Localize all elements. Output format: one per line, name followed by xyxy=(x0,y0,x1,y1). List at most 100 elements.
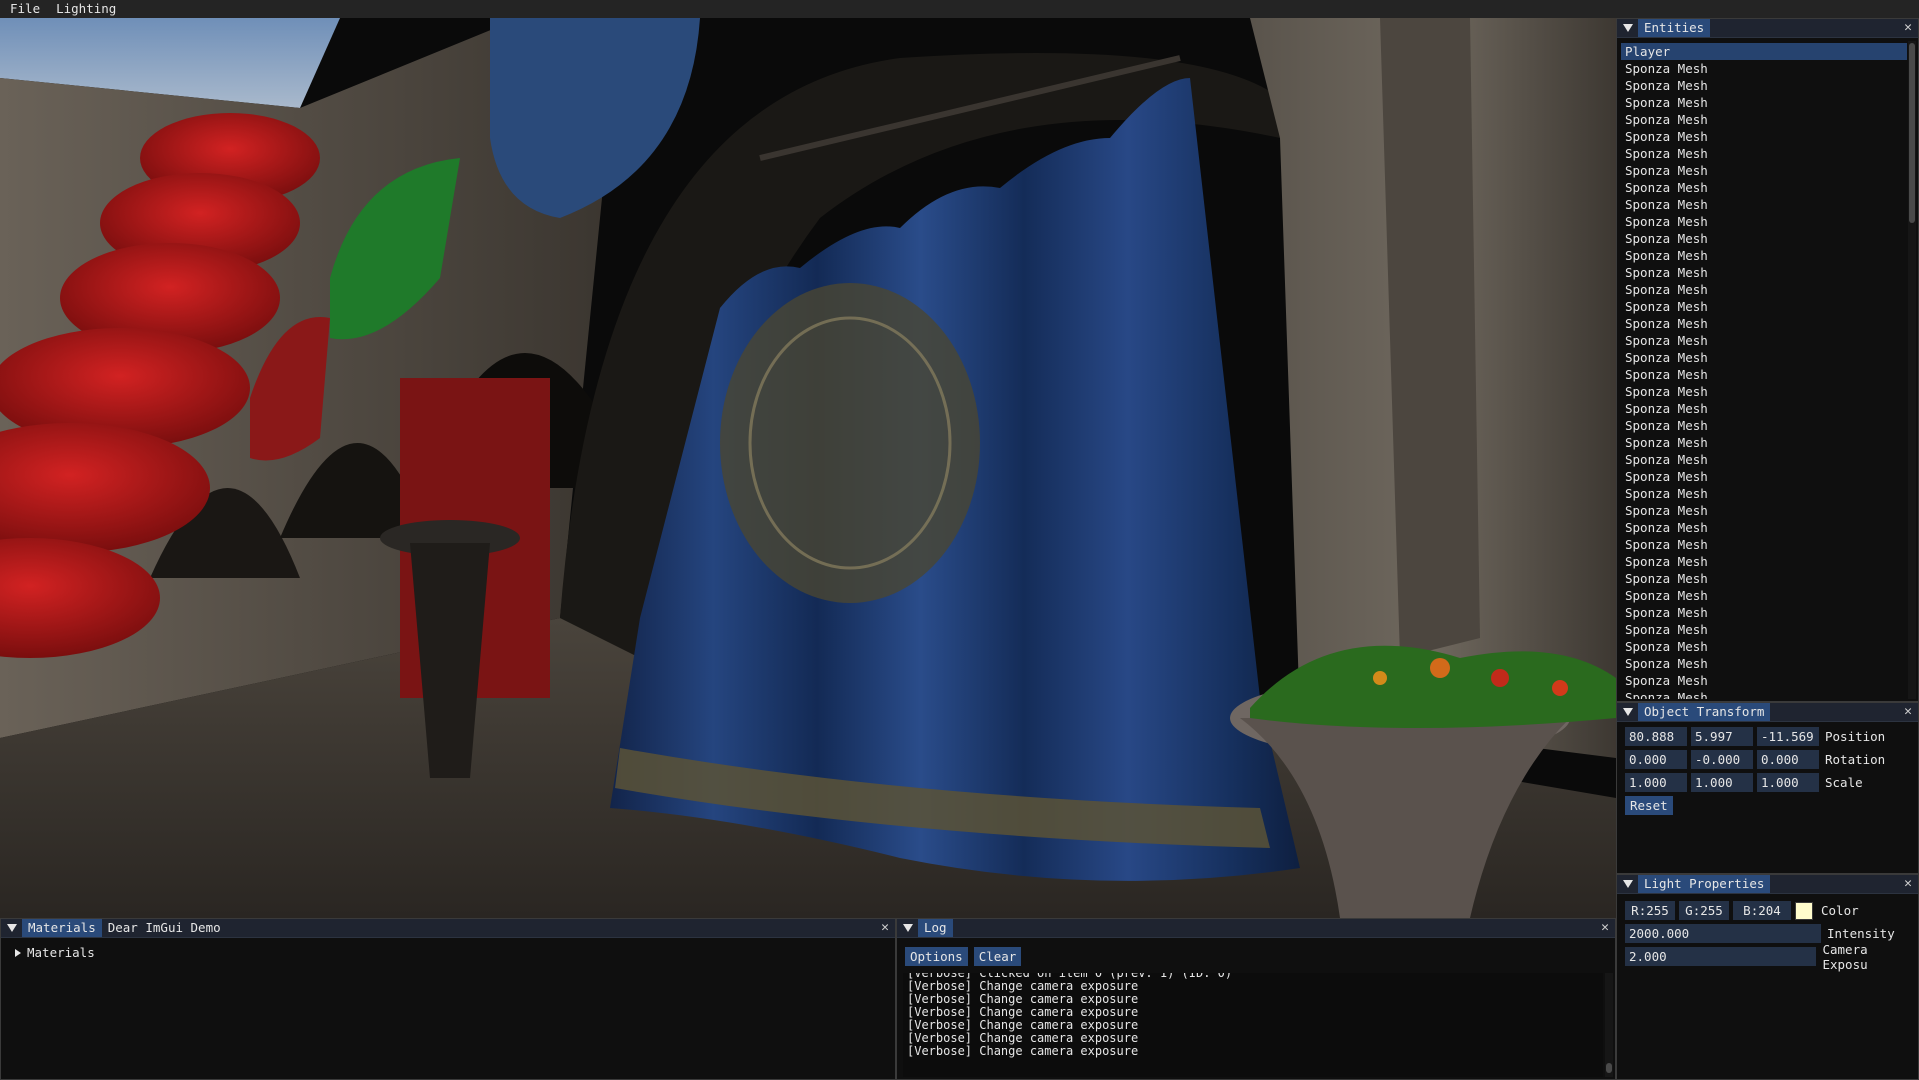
entity-list-item[interactable]: Sponza Mesh xyxy=(1621,145,1907,162)
materials-window: Materials Dear ImGui Demo ✕ Materials xyxy=(0,918,896,1080)
entity-list-item[interactable]: Sponza Mesh xyxy=(1621,519,1907,536)
entity-list-item[interactable]: Sponza Mesh xyxy=(1621,655,1907,672)
entity-list-item[interactable]: Sponza Mesh xyxy=(1621,94,1907,111)
entity-list-item[interactable]: Sponza Mesh xyxy=(1621,553,1907,570)
entity-list-item[interactable]: Sponza Mesh xyxy=(1621,400,1907,417)
color-b-input[interactable]: B:204 xyxy=(1733,901,1791,920)
rotation-x-input[interactable]: 0.000 xyxy=(1625,750,1687,769)
entities-titlebar[interactable]: Entities ✕ xyxy=(1617,19,1918,38)
object-transform-window: Object Transform ✕ 80.888 5.997 -11.569 … xyxy=(1616,702,1919,874)
collapse-icon[interactable] xyxy=(1623,708,1633,716)
menu-lighting[interactable]: Lighting xyxy=(48,0,124,18)
rotation-row: 0.000 -0.000 0.000 Rotation xyxy=(1625,750,1885,769)
collapse-icon[interactable] xyxy=(1623,24,1633,32)
entities-scrollbar[interactable] xyxy=(1908,41,1916,699)
log-titlebar[interactable]: Log ✕ xyxy=(897,919,1615,938)
log-toolbar: Options Clear xyxy=(905,947,1027,966)
reset-row: Reset xyxy=(1625,796,1673,815)
log-window: Log ✕ Options Clear [Verbose] Clicked on… xyxy=(896,918,1616,1080)
scrollbar-grab[interactable] xyxy=(1909,43,1915,223)
rotation-z-input[interactable]: 0.000 xyxy=(1757,750,1819,769)
clear-button[interactable]: Clear xyxy=(973,947,1022,966)
exposure-input[interactable]: 2.000 xyxy=(1625,947,1817,966)
collapse-icon[interactable] xyxy=(903,924,913,932)
entity-list-item[interactable]: Sponza Mesh xyxy=(1621,366,1907,383)
entity-list-item[interactable]: Sponza Mesh xyxy=(1621,230,1907,247)
entity-list-item[interactable]: Sponza Mesh xyxy=(1621,281,1907,298)
entities-window: Entities ✕ Player Sponza Mesh Sponza Mesh S… xyxy=(1616,18,1919,702)
entity-list-item[interactable]: Sponza Mesh xyxy=(1621,536,1907,553)
menu-bar: File Lighting xyxy=(0,0,1919,18)
entity-list-item[interactable]: Sponza Mesh xyxy=(1621,689,1907,699)
entity-list-item[interactable]: Sponza Mesh xyxy=(1621,349,1907,366)
entity-list-item[interactable]: Sponza Mesh xyxy=(1621,247,1907,264)
entity-list-item[interactable]: Sponza Mesh xyxy=(1621,417,1907,434)
intensity-row: 2000.000 Intensity xyxy=(1625,924,1895,943)
options-button[interactable]: Options xyxy=(905,947,968,966)
entity-list-item[interactable]: Sponza Mesh xyxy=(1621,315,1907,332)
scale-x-input[interactable]: 1.000 xyxy=(1625,773,1687,792)
intensity-input[interactable]: 2000.000 xyxy=(1625,924,1821,943)
materials-titlebar[interactable]: Materials Dear ImGui Demo ✕ xyxy=(1,919,895,938)
log-title: Log xyxy=(918,919,953,937)
log-scrollbar[interactable] xyxy=(1605,973,1613,1077)
position-z-input[interactable]: -11.569 xyxy=(1757,727,1819,746)
position-y-input[interactable]: 5.997 xyxy=(1691,727,1753,746)
collapse-icon[interactable] xyxy=(1623,880,1633,888)
scale-label: Scale xyxy=(1825,775,1863,790)
close-icon[interactable]: ✕ xyxy=(1904,703,1912,721)
color-r-input[interactable]: R:255 xyxy=(1625,901,1675,920)
entity-list-item[interactable]: Sponza Mesh xyxy=(1621,162,1907,179)
rotation-y-input[interactable]: -0.000 xyxy=(1691,750,1753,769)
entity-list-item[interactable]: Sponza Mesh xyxy=(1621,383,1907,400)
entity-list-item[interactable]: Sponza Mesh xyxy=(1621,621,1907,638)
log-output[interactable]: [Verbose] Clicked on item 0 (prev. 1) (I… xyxy=(903,973,1603,1077)
entity-list-item[interactable]: Sponza Mesh xyxy=(1621,604,1907,621)
tab-materials[interactable]: Materials xyxy=(22,919,102,937)
entity-list-item[interactable]: Sponza Mesh xyxy=(1621,638,1907,655)
scrollbar-grab[interactable] xyxy=(1606,1063,1612,1073)
color-g-input[interactable]: G:255 xyxy=(1679,901,1729,920)
entity-list-item[interactable]: Sponza Mesh xyxy=(1621,502,1907,519)
entity-list: Player Sponza Mesh Sponza Mesh Sponza Mesh S… xyxy=(1621,43,1907,699)
entity-list-item[interactable]: Sponza Mesh xyxy=(1621,434,1907,451)
color-row: R:255 G:255 B:204 Color xyxy=(1625,901,1859,920)
transform-titlebar[interactable]: Object Transform ✕ xyxy=(1617,703,1918,722)
entity-list-item[interactable]: Sponza Mesh xyxy=(1621,111,1907,128)
entity-list-item[interactable]: Sponza Mesh xyxy=(1621,298,1907,315)
entity-list-item[interactable]: Sponza Mesh xyxy=(1621,570,1907,587)
entity-list-item[interactable]: Sponza Mesh xyxy=(1621,128,1907,145)
entity-list-item[interactable]: Sponza Mesh xyxy=(1621,587,1907,604)
close-icon[interactable]: ✕ xyxy=(881,919,889,937)
entity-list-item[interactable]: Sponza Mesh xyxy=(1621,468,1907,485)
close-icon[interactable]: ✕ xyxy=(1904,875,1912,893)
expand-arrow-icon[interactable] xyxy=(15,948,21,957)
entity-list-item[interactable]: Sponza Mesh xyxy=(1621,451,1907,468)
scale-row: 1.000 1.000 1.000 Scale xyxy=(1625,773,1863,792)
close-icon[interactable]: ✕ xyxy=(1904,19,1912,37)
entity-list-item[interactable]: Sponza Mesh xyxy=(1621,332,1907,349)
entity-list-item[interactable]: Sponza Mesh xyxy=(1621,213,1907,230)
scale-z-input[interactable]: 1.000 xyxy=(1757,773,1819,792)
collapse-icon[interactable] xyxy=(7,924,17,932)
tab-imgui-demo[interactable]: Dear ImGui Demo xyxy=(102,919,227,937)
menu-file[interactable]: File xyxy=(0,0,48,18)
entity-list-item[interactable]: Sponza Mesh xyxy=(1621,672,1907,689)
entity-list-item[interactable]: Player xyxy=(1621,43,1907,60)
rotation-label: Rotation xyxy=(1825,752,1886,767)
entity-list-item[interactable]: Sponza Mesh xyxy=(1621,60,1907,77)
entity-list-item[interactable]: Sponza Mesh xyxy=(1621,264,1907,281)
light-titlebar[interactable]: Light Properties ✕ xyxy=(1617,875,1918,894)
entity-list-item[interactable]: Sponza Mesh xyxy=(1621,179,1907,196)
reset-button[interactable]: Reset xyxy=(1625,796,1673,815)
position-x-input[interactable]: 80.888 xyxy=(1625,727,1687,746)
entity-list-item[interactable]: Sponza Mesh xyxy=(1621,196,1907,213)
scene-viewport[interactable] xyxy=(0,18,1616,918)
close-icon[interactable]: ✕ xyxy=(1601,919,1609,937)
scale-y-input[interactable]: 1.000 xyxy=(1691,773,1753,792)
entity-list-item[interactable]: Sponza Mesh xyxy=(1621,77,1907,94)
materials-tree-node[interactable]: Materials xyxy=(15,945,95,960)
sponza-scene-render xyxy=(0,18,1616,918)
color-swatch[interactable] xyxy=(1795,901,1813,920)
entity-list-item[interactable]: Sponza Mesh xyxy=(1621,485,1907,502)
